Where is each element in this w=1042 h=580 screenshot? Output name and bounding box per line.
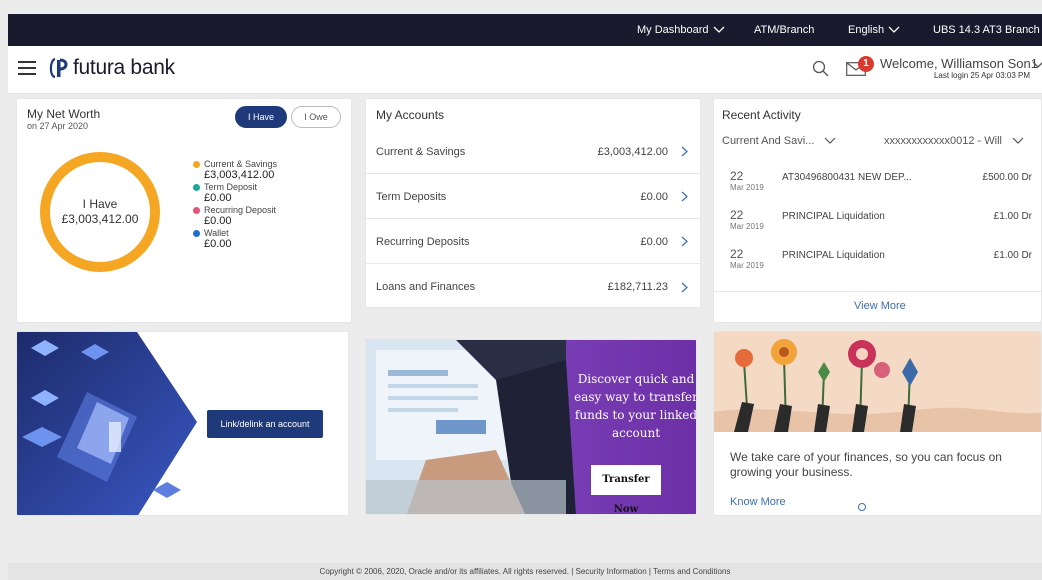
top-bar: My Dashboard ATM/Branch English UBS 14.3… bbox=[8, 14, 1042, 46]
activity-row[interactable]: 22 Mar 2019 PRINCIPAL Liquidation £1.00 … bbox=[714, 247, 1042, 277]
branch-label: UBS 14.3 AT3 Branch bbox=[933, 24, 1040, 36]
language-menu[interactable]: English bbox=[848, 24, 900, 36]
link-account-banner: Link/delink an account bbox=[16, 331, 349, 516]
account-row-label: Loans and Finances bbox=[376, 281, 476, 293]
activity-month: Mar 2019 bbox=[730, 183, 764, 192]
activity-month: Mar 2019 bbox=[730, 222, 764, 231]
view-more-link[interactable]: View More bbox=[854, 300, 906, 312]
net-worth-date: on 27 Apr 2020 bbox=[27, 121, 89, 131]
recent-activity-title: Recent Activity bbox=[722, 108, 801, 122]
account-type-value: Current And Savi... bbox=[722, 135, 815, 147]
activity-row[interactable]: 22 Mar 2019 AT30496800431 NEW DEP... £50… bbox=[714, 169, 1042, 199]
account-row-amount: £3,003,412.00 bbox=[597, 145, 668, 158]
recent-activity-card: Recent Activity Current And Savi... xxxx… bbox=[713, 98, 1042, 323]
activity-description: AT30496800431 NEW DEP... bbox=[782, 172, 912, 183]
flowers-illustration bbox=[714, 332, 1041, 432]
language-label: English bbox=[848, 24, 885, 36]
chevron-down-icon bbox=[1012, 137, 1024, 144]
chevron-down-icon bbox=[824, 137, 836, 144]
promo-text: Discover quick and easy way to transfer … bbox=[574, 372, 697, 440]
account-row-amount: £0.00 bbox=[640, 235, 668, 248]
account-row-amount: £182,711.23 bbox=[607, 281, 668, 293]
legend-value: £0.00 bbox=[204, 238, 232, 250]
last-login-text: Last login 25 Apr 03:03 PM bbox=[933, 71, 1030, 80]
activity-day: 22 bbox=[730, 247, 744, 261]
chevron-down-icon[interactable] bbox=[1032, 60, 1042, 70]
donut-center-label: I Have bbox=[82, 197, 118, 211]
legend-value: £0.00 bbox=[204, 192, 232, 204]
my-accounts-card: My Accounts Current & Savings £3,003,412… bbox=[365, 98, 702, 309]
account-row-term-deposits[interactable]: Term Deposits £0.00 bbox=[366, 175, 702, 219]
account-number-value: xxxxxxxxxxxx0012 - Will bbox=[884, 135, 1002, 147]
notification-badge[interactable]: 1 bbox=[858, 56, 874, 72]
chevron-right-icon bbox=[681, 191, 688, 202]
logo-text: futura bank bbox=[73, 56, 175, 79]
chevron-down-icon bbox=[713, 26, 725, 33]
net-worth-legend: Current & Savings £3,003,412.00 Term Dep… bbox=[193, 159, 277, 251]
chevron-down-icon bbox=[888, 26, 900, 33]
carousel-dot[interactable] bbox=[858, 503, 866, 511]
account-row-loans-finances[interactable]: Loans and Finances £182,711.23 bbox=[366, 265, 702, 309]
my-accounts-title: My Accounts bbox=[376, 108, 445, 122]
header: futura bank 1 Welcome, Williamson Son1 L… bbox=[8, 46, 1042, 94]
account-row-label: Current & Savings bbox=[376, 145, 466, 158]
chevron-right-icon bbox=[681, 282, 688, 292]
link-account-illustration bbox=[17, 332, 197, 515]
futura-logo-icon bbox=[49, 57, 68, 79]
donut-center-text: I Have £3,003,412.00 bbox=[39, 197, 161, 227]
legend-dot bbox=[193, 184, 200, 191]
chevron-right-icon bbox=[681, 236, 688, 247]
security-information-link[interactable]: Security Information bbox=[576, 567, 647, 576]
menu-icon[interactable] bbox=[18, 61, 36, 75]
finance-message: We take care of your finances, so you ca… bbox=[730, 450, 1002, 479]
activity-amount: £1.00 Dr bbox=[993, 250, 1032, 261]
divider bbox=[714, 291, 1042, 292]
activity-amount: £500.00 Dr bbox=[982, 172, 1032, 183]
atm-branch-label: ATM/Branch bbox=[754, 24, 815, 36]
donut-center-value: £3,003,412.00 bbox=[61, 212, 139, 226]
footer-separator: | bbox=[571, 567, 574, 576]
footer: Copyright © 2006, 2020, Oracle and/or it… bbox=[8, 563, 1042, 580]
account-number-dropdown[interactable]: xxxxxxxxxxxx0012 - Will bbox=[884, 135, 1024, 147]
legend-value: £0.00 bbox=[204, 215, 232, 227]
terms-conditions-link[interactable]: Terms and Conditions bbox=[653, 567, 730, 576]
atm-branch-link[interactable]: ATM/Branch bbox=[754, 24, 814, 36]
bank-logo[interactable]: futura bank bbox=[48, 56, 175, 80]
activity-amount: £1.00 Dr bbox=[993, 211, 1032, 222]
legend-dot bbox=[193, 161, 200, 168]
i-have-toggle[interactable]: I Have bbox=[235, 106, 287, 128]
activity-month: Mar 2019 bbox=[730, 261, 764, 270]
branch-menu[interactable]: UBS 14.3 AT3 Branch bbox=[933, 24, 1040, 36]
finance-info-banner: We take care of your finances, so you ca… bbox=[713, 331, 1042, 516]
account-row-amount: £0.00 bbox=[640, 190, 668, 203]
activity-row[interactable]: 22 Mar 2019 PRINCIPAL Liquidation £1.00 … bbox=[714, 208, 1042, 238]
footer-separator: | bbox=[648, 567, 651, 576]
welcome-text: Welcome, Williamson Son1 bbox=[880, 56, 1038, 71]
activity-day: 22 bbox=[730, 169, 744, 183]
activity-description: PRINCIPAL Liquidation bbox=[782, 250, 885, 261]
transfer-funds-banner: Discover quick and easy way to transfer … bbox=[365, 339, 697, 515]
activity-description: PRINCIPAL Liquidation bbox=[782, 211, 885, 222]
account-row-current-savings[interactable]: Current & Savings £3,003,412.00 bbox=[366, 130, 702, 174]
link-delink-account-button[interactable]: Link/delink an account bbox=[207, 410, 323, 438]
i-owe-toggle[interactable]: I Owe bbox=[291, 106, 341, 128]
my-dashboard-menu[interactable]: My Dashboard bbox=[637, 24, 725, 36]
account-row-label: Term Deposits bbox=[376, 190, 447, 203]
transfer-now-button[interactable]: Transfer Now bbox=[591, 465, 661, 514]
legend-dot bbox=[193, 207, 200, 214]
net-worth-card: My Net Worth on 27 Apr 2020 I Have I Owe… bbox=[16, 98, 352, 323]
legend-dot bbox=[193, 230, 200, 237]
net-worth-title: My Net Worth bbox=[27, 107, 101, 121]
account-row-label: Recurring Deposits bbox=[376, 235, 470, 248]
know-more-link[interactable]: Know More bbox=[730, 496, 786, 508]
my-dashboard-label: My Dashboard bbox=[637, 24, 709, 36]
account-row-recurring-deposits[interactable]: Recurring Deposits £0.00 bbox=[366, 220, 702, 264]
legend-value: £3,003,412.00 bbox=[204, 169, 275, 181]
account-type-dropdown[interactable]: Current And Savi... bbox=[722, 135, 836, 147]
chevron-right-icon bbox=[681, 146, 688, 157]
activity-day: 22 bbox=[730, 208, 744, 222]
copyright-text: Copyright © 2006, 2020, Oracle and/or it… bbox=[319, 567, 569, 576]
user-profile-menu[interactable]: Welcome, Williamson Son1 Last login 25 A… bbox=[880, 56, 1038, 80]
search-icon[interactable] bbox=[812, 60, 830, 78]
